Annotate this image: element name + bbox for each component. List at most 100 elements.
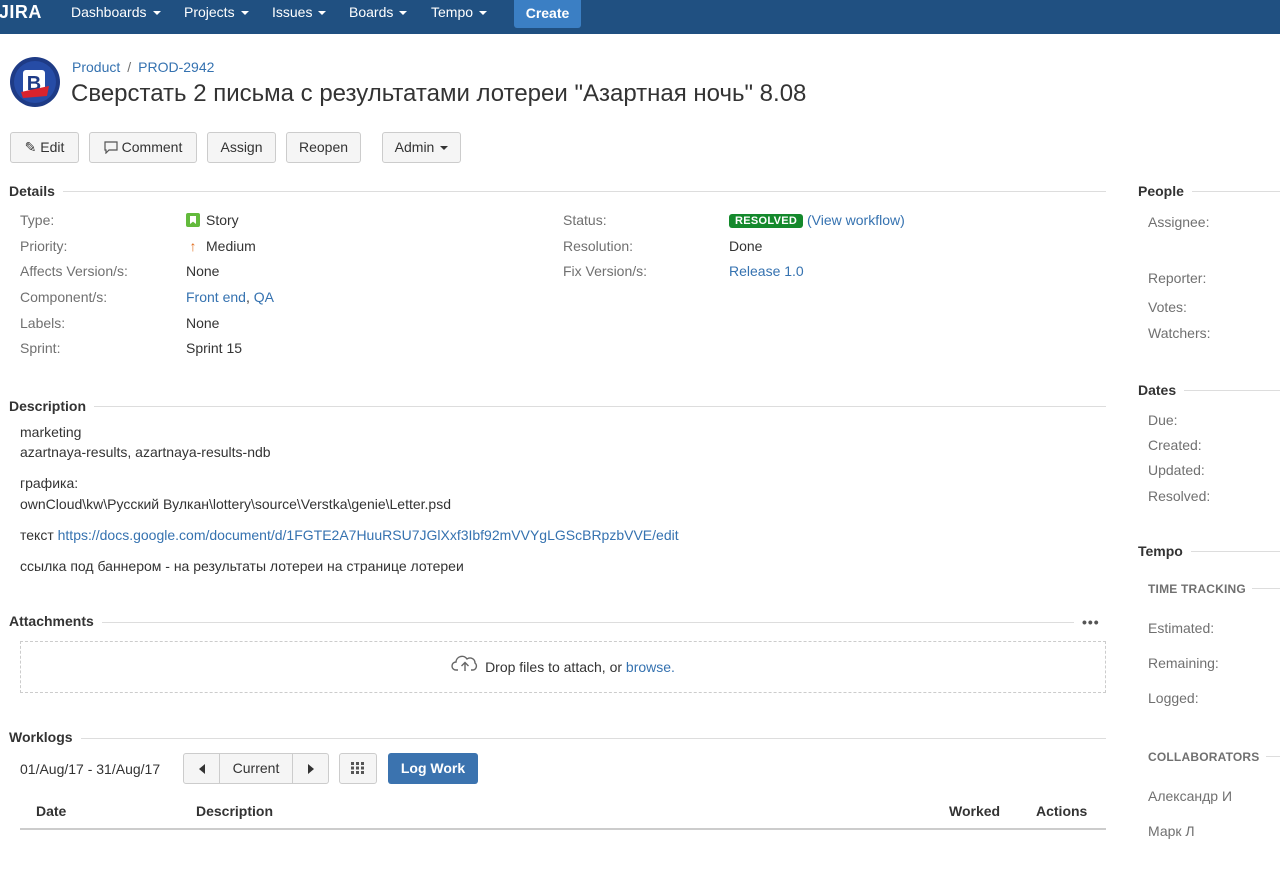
next-period-button[interactable] bbox=[292, 754, 328, 783]
comment-icon bbox=[104, 133, 118, 162]
breadcrumb-separator: / bbox=[127, 59, 132, 75]
worklog-column-date[interactable]: Date bbox=[36, 803, 66, 819]
issue-title[interactable]: Сверстать 2 письма с результатами лотере… bbox=[71, 80, 806, 108]
grid-view-button[interactable] bbox=[339, 753, 377, 784]
components-label: Component/s: bbox=[20, 289, 108, 305]
chevron-down-icon bbox=[479, 11, 488, 16]
people-heading[interactable]: People bbox=[1138, 183, 1192, 199]
arrow-right-icon bbox=[307, 764, 314, 774]
drop-zone-text: Drop files to attach, or bbox=[485, 659, 626, 675]
component-link[interactable]: Front end bbox=[186, 289, 246, 305]
create-button[interactable]: Create bbox=[514, 0, 581, 28]
dates-heading[interactable]: Dates bbox=[1138, 382, 1185, 398]
current-period-button[interactable]: Current bbox=[220, 754, 292, 783]
breadcrumb-project-link[interactable]: Product bbox=[72, 59, 120, 75]
collaborators-heading: COLLABORATORS bbox=[1148, 750, 1266, 764]
component-separator: , bbox=[245, 289, 254, 305]
grid-icon bbox=[340, 754, 376, 783]
project-avatar-icon: B bbox=[10, 57, 60, 107]
estimated-label: Estimated: bbox=[1148, 620, 1215, 636]
pencil-icon: ✎ bbox=[24, 139, 37, 155]
description-line: ссылка под баннером - на результаты лоте… bbox=[20, 558, 464, 574]
comment-button-label: Comment bbox=[121, 139, 183, 155]
sprint-value: Sprint 15 bbox=[186, 340, 243, 356]
admin-dropdown[interactable]: Admin bbox=[382, 132, 461, 163]
fix-version-link[interactable]: Release 1.0 bbox=[729, 263, 804, 279]
description-divider bbox=[10, 406, 1106, 407]
details-divider bbox=[10, 191, 1106, 192]
log-work-button[interactable]: Log Work bbox=[388, 753, 478, 784]
nav-projects[interactable]: Projects bbox=[184, 0, 249, 24]
worklog-column-actions[interactable]: Actions bbox=[1036, 803, 1087, 819]
updated-label: Updated: bbox=[1148, 462, 1205, 478]
cloud-upload-icon bbox=[451, 643, 479, 693]
chevron-down-icon bbox=[399, 11, 408, 16]
priority-value-text: Medium bbox=[206, 238, 256, 254]
details-heading[interactable]: Details bbox=[9, 183, 63, 199]
nav-projects-label: Projects bbox=[184, 4, 235, 20]
chevron-down-icon bbox=[440, 146, 449, 151]
period-navigator: Current bbox=[183, 753, 329, 784]
breadcrumb-issue-link[interactable]: PROD-2942 bbox=[138, 59, 214, 75]
attachments-divider bbox=[10, 622, 1074, 623]
comment-button[interactable]: Comment bbox=[89, 132, 197, 163]
nav-issues-label: Issues bbox=[272, 4, 313, 20]
nav-issues[interactable]: Issues bbox=[272, 0, 327, 24]
priority-value: ↑ Medium bbox=[186, 238, 256, 254]
nav-dashboards-label: Dashboards bbox=[71, 4, 147, 20]
components-value: Front end, QA bbox=[186, 289, 274, 305]
nav-boards-label: Boards bbox=[349, 4, 394, 20]
google-doc-link[interactable]: https://docs.google.com/document/d/1FGTE… bbox=[58, 527, 679, 543]
type-value-text: Story bbox=[206, 212, 239, 228]
logged-label: Logged: bbox=[1148, 690, 1199, 706]
time-tracking-heading: TIME TRACKING bbox=[1148, 582, 1252, 596]
description-line: ownCloud\kw\Русский Вулкан\lottery\sourc… bbox=[20, 496, 452, 512]
jira-logo[interactable]: ⁽JIRA bbox=[0, 2, 42, 26]
tempo-heading[interactable]: Tempo bbox=[1138, 543, 1191, 559]
created-label: Created: bbox=[1148, 437, 1202, 453]
nav-boards[interactable]: Boards bbox=[349, 0, 408, 24]
status-label: Status: bbox=[563, 212, 607, 228]
edit-button[interactable]: ✎ Edit bbox=[10, 132, 79, 163]
reopen-button[interactable]: Reopen bbox=[286, 132, 361, 163]
collaborator-name[interactable]: Марк Л bbox=[1148, 823, 1195, 839]
type-label: Type: bbox=[20, 212, 55, 228]
fix-version-value: Release 1.0 bbox=[729, 263, 804, 279]
browse-link[interactable]: browse. bbox=[626, 659, 675, 675]
chevron-down-icon bbox=[152, 11, 161, 16]
top-navigation-bar: ⁽JIRA Dashboards Projects Issues Boards … bbox=[0, 0, 1280, 34]
description-line: azartnaya-results, azartnaya-results-ndb bbox=[20, 444, 271, 460]
component-link[interactable]: QA bbox=[254, 289, 274, 305]
previous-period-button[interactable] bbox=[184, 754, 220, 783]
admin-dropdown-label: Admin bbox=[394, 139, 435, 155]
attachments-heading[interactable]: Attachments bbox=[9, 613, 102, 629]
due-label: Due: bbox=[1148, 412, 1178, 428]
description-line: текст https://docs.google.com/document/d… bbox=[20, 527, 679, 543]
nav-tempo-label: Tempo bbox=[431, 4, 474, 20]
view-workflow-close-paren: ) bbox=[900, 212, 905, 228]
sprint-label: Sprint: bbox=[20, 340, 61, 356]
description-heading[interactable]: Description bbox=[9, 398, 95, 414]
view-workflow-link[interactable]: View workflow bbox=[812, 212, 900, 228]
watchers-label: Watchers: bbox=[1148, 325, 1211, 341]
description-text-prefix: текст bbox=[20, 527, 58, 543]
project-avatar[interactable]: B bbox=[9, 56, 61, 108]
type-value: Story bbox=[186, 212, 239, 228]
story-icon bbox=[186, 213, 200, 227]
resolved-label: Resolved: bbox=[1148, 488, 1211, 504]
priority-label: Priority: bbox=[20, 238, 68, 254]
fix-version-label: Fix Version/s: bbox=[563, 263, 648, 279]
nav-tempo[interactable]: Tempo bbox=[431, 0, 488, 24]
worklog-date-range: 01/Aug/17 - 31/Aug/17 bbox=[20, 761, 161, 777]
more-options-icon[interactable]: ••• bbox=[1082, 614, 1100, 630]
worklog-column-worked[interactable]: Worked bbox=[949, 803, 1000, 819]
attachment-drop-zone[interactable]: Drop files to attach, or browse. bbox=[20, 641, 1106, 693]
assign-button[interactable]: Assign bbox=[207, 132, 276, 163]
worklogs-heading[interactable]: Worklogs bbox=[9, 729, 81, 745]
description-line: графика: bbox=[20, 475, 79, 491]
worklog-column-description[interactable]: Description bbox=[196, 803, 273, 819]
nav-dashboards[interactable]: Dashboards bbox=[71, 0, 161, 24]
votes-label: Votes: bbox=[1148, 299, 1187, 315]
collaborator-name[interactable]: Александр И bbox=[1148, 788, 1232, 804]
arrow-left-icon bbox=[198, 764, 205, 774]
